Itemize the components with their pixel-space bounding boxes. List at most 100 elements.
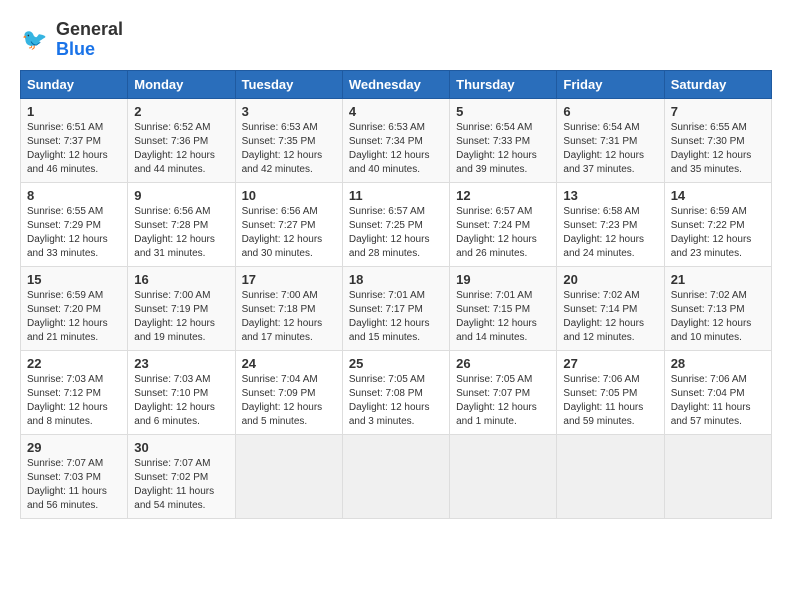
day-number: 25: [349, 356, 443, 371]
day-number: 19: [456, 272, 550, 287]
day-cell: 11 Sunrise: 6:57 AMSunset: 7:25 PMDayligh…: [342, 182, 449, 266]
logo-text: General Blue: [56, 20, 123, 60]
day-detail: Sunrise: 6:56 AMSunset: 7:28 PMDaylight:…: [134, 205, 228, 261]
day-detail: Sunrise: 7:02 AMSunset: 7:14 PMDaylight:…: [563, 289, 657, 345]
day-cell: 26 Sunrise: 7:05 AMSunset: 7:07 PMDayligh…: [450, 350, 557, 434]
day-detail: Sunrise: 6:57 AMSunset: 7:25 PMDaylight:…: [349, 205, 443, 261]
day-cell: 8Sunrise: 6:55 AMSunset: 7:29 PMDaylight…: [21, 182, 128, 266]
day-cell: 15 Sunrise: 6:59 AMSunset: 7:20 PMDayligh…: [21, 266, 128, 350]
day-number: 26: [456, 356, 550, 371]
calendar-week-2: 8Sunrise: 6:55 AMSunset: 7:29 PMDaylight…: [21, 182, 772, 266]
day-header-wednesday: Wednesday: [342, 70, 449, 98]
day-cell: 17 Sunrise: 7:00 AMSunset: 7:18 PMDayligh…: [235, 266, 342, 350]
empty-cell: [235, 434, 342, 518]
day-detail: Sunrise: 7:06 AMSunset: 7:04 PMDaylight:…: [671, 373, 765, 429]
day-cell: 24 Sunrise: 7:04 AMSunset: 7:09 PMDayligh…: [235, 350, 342, 434]
svg-text:🐦: 🐦: [22, 28, 48, 51]
day-number: 14: [671, 188, 765, 203]
day-cell: 20 Sunrise: 7:02 AMSunset: 7:14 PMDayligh…: [557, 266, 664, 350]
day-number: 2: [134, 104, 228, 119]
day-number: 20: [563, 272, 657, 287]
page-header: 🐦 General Blue: [20, 20, 772, 60]
day-cell: 23 Sunrise: 7:03 AMSunset: 7:10 PMDayligh…: [128, 350, 235, 434]
day-detail: Sunrise: 6:59 AMSunset: 7:22 PMDaylight:…: [671, 205, 765, 261]
day-cell: 19 Sunrise: 7:01 AMSunset: 7:15 PMDayligh…: [450, 266, 557, 350]
day-detail: Sunrise: 7:05 AMSunset: 7:08 PMDaylight:…: [349, 373, 443, 429]
day-number: 15: [27, 272, 121, 287]
day-detail: Sunrise: 7:05 AMSunset: 7:07 PMDaylight:…: [456, 373, 550, 429]
day-cell: 5 Sunrise: 6:54 AMSunset: 7:33 PMDaylight…: [450, 98, 557, 182]
day-detail: Sunrise: 7:03 AMSunset: 7:12 PMDaylight:…: [27, 373, 121, 429]
day-cell: 28 Sunrise: 7:06 AMSunset: 7:04 PMDayligh…: [664, 350, 771, 434]
day-number: 6: [563, 104, 657, 119]
calendar-week-3: 15 Sunrise: 6:59 AMSunset: 7:20 PMDayligh…: [21, 266, 772, 350]
day-header-tuesday: Tuesday: [235, 70, 342, 98]
day-cell: 22 Sunrise: 7:03 AMSunset: 7:12 PMDayligh…: [21, 350, 128, 434]
day-cell: 9 Sunrise: 6:56 AMSunset: 7:28 PMDaylight…: [128, 182, 235, 266]
day-header-monday: Monday: [128, 70, 235, 98]
day-detail: Sunrise: 7:00 AMSunset: 7:18 PMDaylight:…: [242, 289, 336, 345]
day-detail: Sunrise: 7:07 AMSunset: 7:03 PMDaylight:…: [27, 457, 121, 513]
day-cell: 12Sunrise: 6:57 AMSunset: 7:24 PMDayligh…: [450, 182, 557, 266]
day-detail: Sunrise: 7:00 AMSunset: 7:19 PMDaylight:…: [134, 289, 228, 345]
day-number: 24: [242, 356, 336, 371]
day-number: 8: [27, 188, 121, 203]
day-number: 9: [134, 188, 228, 203]
day-detail: Sunrise: 6:54 AMSunset: 7:33 PMDaylight:…: [456, 121, 550, 177]
day-header-sunday: Sunday: [21, 70, 128, 98]
day-detail: Sunrise: 7:04 AMSunset: 7:09 PMDaylight:…: [242, 373, 336, 429]
day-cell: 16Sunrise: 7:00 AMSunset: 7:19 PMDayligh…: [128, 266, 235, 350]
day-number: 1: [27, 104, 121, 119]
day-number: 18: [349, 272, 443, 287]
calendar-table: SundayMondayTuesdayWednesdayThursdayFrid…: [20, 70, 772, 519]
day-detail: Sunrise: 6:52 AMSunset: 7:36 PMDaylight:…: [134, 121, 228, 177]
day-header-friday: Friday: [557, 70, 664, 98]
day-detail: Sunrise: 7:01 AMSunset: 7:17 PMDaylight:…: [349, 289, 443, 345]
day-number: 28: [671, 356, 765, 371]
day-detail: Sunrise: 7:06 AMSunset: 7:05 PMDaylight:…: [563, 373, 657, 429]
day-detail: Sunrise: 7:07 AMSunset: 7:02 PMDaylight:…: [134, 457, 228, 513]
day-cell: 10 Sunrise: 6:56 AMSunset: 7:27 PMDayligh…: [235, 182, 342, 266]
day-header-saturday: Saturday: [664, 70, 771, 98]
day-cell: 1 Sunrise: 6:51 AMSunset: 7:37 PMDaylight…: [21, 98, 128, 182]
day-number: 27: [563, 356, 657, 371]
day-detail: Sunrise: 6:56 AMSunset: 7:27 PMDaylight:…: [242, 205, 336, 261]
day-number: 22: [27, 356, 121, 371]
day-header-thursday: Thursday: [450, 70, 557, 98]
empty-cell: [450, 434, 557, 518]
day-cell: 13Sunrise: 6:58 AMSunset: 7:23 PMDayligh…: [557, 182, 664, 266]
day-detail: Sunrise: 7:02 AMSunset: 7:13 PMDaylight:…: [671, 289, 765, 345]
day-cell: 2 Sunrise: 6:52 AMSunset: 7:36 PMDaylight…: [128, 98, 235, 182]
day-number: 10: [242, 188, 336, 203]
day-number: 4: [349, 104, 443, 119]
day-number: 21: [671, 272, 765, 287]
day-cell: 18 Sunrise: 7:01 AMSunset: 7:17 PMDayligh…: [342, 266, 449, 350]
day-cell: 14 Sunrise: 6:59 AMSunset: 7:22 PMDayligh…: [664, 182, 771, 266]
empty-cell: [664, 434, 771, 518]
day-cell: 7Sunrise: 6:55 AMSunset: 7:30 PMDaylight…: [664, 98, 771, 182]
day-cell: 3Sunrise: 6:53 AMSunset: 7:35 PMDaylight…: [235, 98, 342, 182]
day-number: 5: [456, 104, 550, 119]
day-cell: 21 Sunrise: 7:02 AMSunset: 7:13 PMDayligh…: [664, 266, 771, 350]
day-number: 17: [242, 272, 336, 287]
day-number: 23: [134, 356, 228, 371]
day-detail: Sunrise: 6:57 AMSunset: 7:24 PMDaylight:…: [456, 205, 550, 261]
day-detail: Sunrise: 6:51 AMSunset: 7:37 PMDaylight:…: [27, 121, 121, 177]
day-detail: Sunrise: 6:59 AMSunset: 7:20 PMDaylight:…: [27, 289, 121, 345]
day-detail: Sunrise: 6:55 AMSunset: 7:30 PMDaylight:…: [671, 121, 765, 177]
calendar-week-4: 22 Sunrise: 7:03 AMSunset: 7:12 PMDayligh…: [21, 350, 772, 434]
calendar-week-1: 1 Sunrise: 6:51 AMSunset: 7:37 PMDaylight…: [21, 98, 772, 182]
day-cell: 6 Sunrise: 6:54 AMSunset: 7:31 PMDaylight…: [557, 98, 664, 182]
day-cell: 4Sunrise: 6:53 AMSunset: 7:34 PMDaylight…: [342, 98, 449, 182]
empty-cell: [342, 434, 449, 518]
day-number: 11: [349, 188, 443, 203]
day-detail: Sunrise: 7:01 AMSunset: 7:15 PMDaylight:…: [456, 289, 550, 345]
day-number: 30: [134, 440, 228, 455]
empty-cell: [557, 434, 664, 518]
header-row: SundayMondayTuesdayWednesdayThursdayFrid…: [21, 70, 772, 98]
calendar-week-5: 29 Sunrise: 7:07 AMSunset: 7:03 PMDayligh…: [21, 434, 772, 518]
day-detail: Sunrise: 6:54 AMSunset: 7:31 PMDaylight:…: [563, 121, 657, 177]
day-number: 29: [27, 440, 121, 455]
day-cell: 29 Sunrise: 7:07 AMSunset: 7:03 PMDayligh…: [21, 434, 128, 518]
day-detail: Sunrise: 7:03 AMSunset: 7:10 PMDaylight:…: [134, 373, 228, 429]
